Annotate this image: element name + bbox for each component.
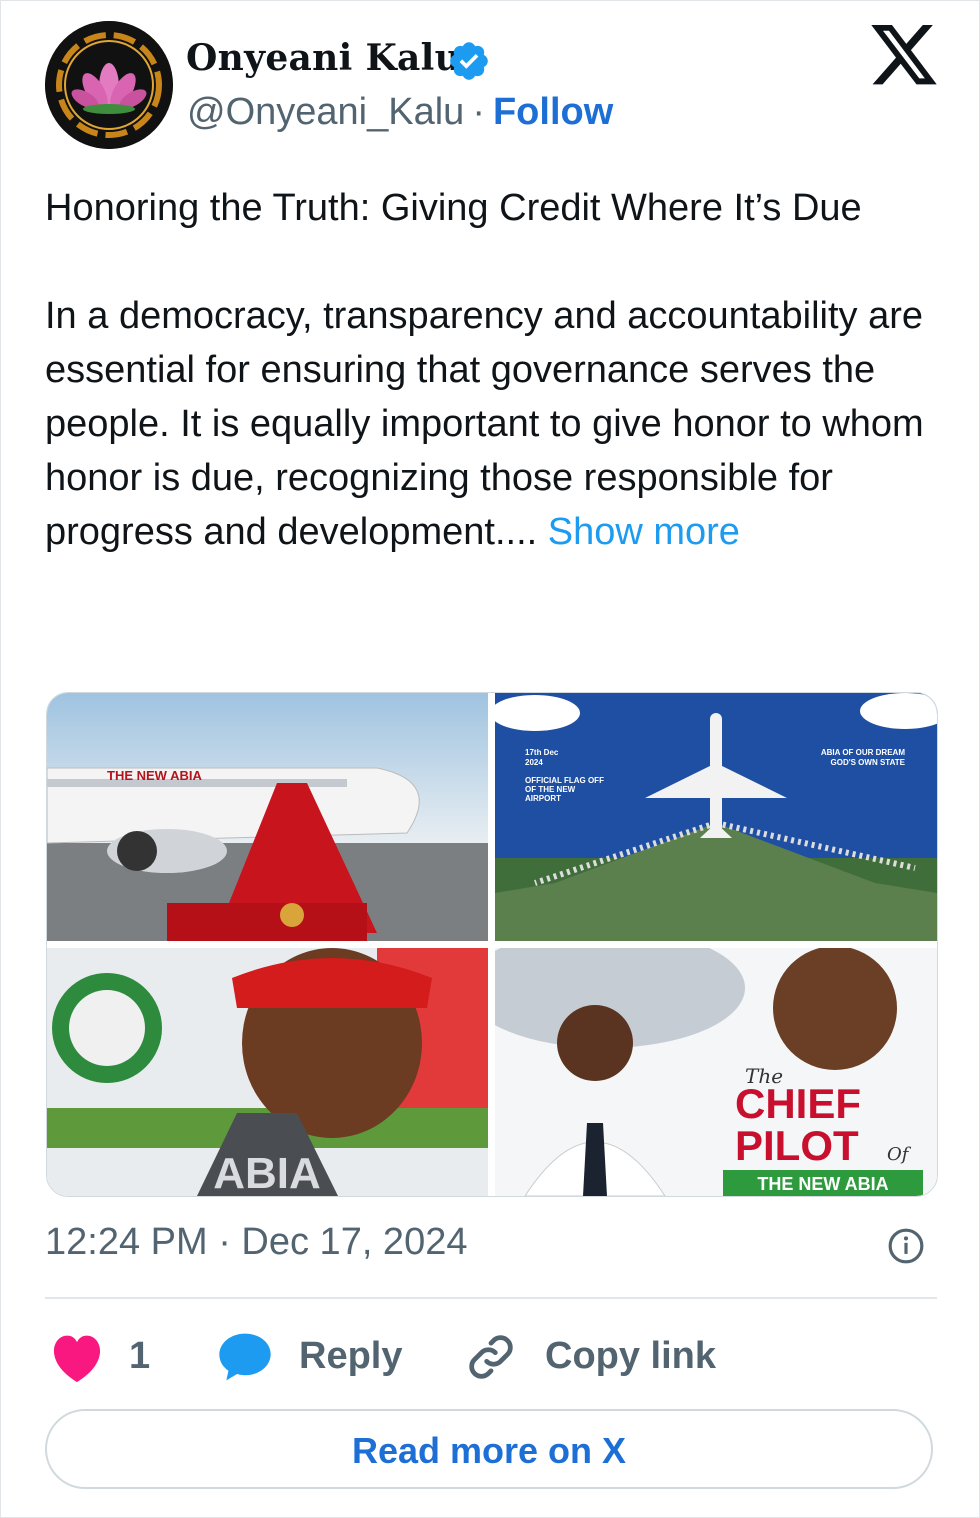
tile1-banner: THE NEW ABIA bbox=[107, 768, 202, 783]
link-icon[interactable] bbox=[465, 1331, 517, 1383]
author-handle-row: @Onyeani_Kalu · Follow bbox=[187, 91, 613, 134]
author-name[interactable]: Onyeani Kalu bbox=[186, 37, 461, 79]
tile3-road-text: ABIA bbox=[213, 1149, 321, 1196]
author-handle[interactable]: @Onyeani_Kalu bbox=[187, 91, 464, 133]
post-card: Onyeani Kalu @Onyeani_Kalu · Follow Honori… bbox=[0, 0, 980, 1518]
tile2-right-line-2: GOD'S OWN STATE bbox=[831, 758, 906, 767]
tile4-of: Of bbox=[887, 1144, 912, 1165]
divider bbox=[45, 1297, 937, 1299]
tile2-left-line-1: 17th Dec bbox=[525, 748, 559, 757]
reply-bubble-icon[interactable] bbox=[217, 1331, 273, 1383]
tile2-left-line-4: OF THE NEW bbox=[525, 785, 576, 794]
media-image-chief-pilot[interactable]: The CHIEF PILOT Of THE NEW ABIA bbox=[495, 948, 937, 1196]
tile2-left-line-2: 2024 bbox=[525, 758, 543, 767]
tile2-left-line-5: AIRPORT bbox=[525, 794, 561, 803]
copy-link-button[interactable]: Copy link bbox=[545, 1335, 716, 1378]
post-title-line: Honoring the Truth: Giving Credit Where … bbox=[45, 187, 862, 229]
tile4-banner: THE NEW ABIA bbox=[757, 1174, 888, 1194]
avatar[interactable] bbox=[45, 21, 173, 149]
reply-button[interactable]: Reply bbox=[299, 1335, 402, 1378]
follow-button[interactable]: Follow bbox=[493, 91, 613, 133]
tile4-pilot: PILOT bbox=[735, 1122, 859, 1169]
show-more-link[interactable]: Show more bbox=[548, 511, 740, 553]
like-count[interactable]: 1 bbox=[129, 1335, 150, 1378]
lotus-flower-icon bbox=[45, 21, 173, 149]
info-icon[interactable] bbox=[887, 1227, 925, 1265]
read-more-button[interactable]: Read more on X bbox=[45, 1409, 933, 1489]
tile2-left-line-3: OFFICIAL FLAG OFF bbox=[525, 776, 604, 785]
post-text: Honoring the Truth: Giving Credit Where … bbox=[45, 181, 945, 559]
heart-icon[interactable] bbox=[49, 1333, 105, 1383]
media-image-runway-portrait[interactable]: ABIA bbox=[47, 948, 488, 1196]
tile2-right-line-1: ABIA OF OUR DREAM bbox=[821, 748, 905, 757]
post-timestamp[interactable]: 12:24 PM · Dec 17, 2024 bbox=[45, 1221, 467, 1264]
tile4-chief: CHIEF bbox=[735, 1080, 861, 1127]
post-body-paragraph: In a democracy, transparency and account… bbox=[45, 289, 945, 559]
post-body: In a democracy, transparency and account… bbox=[45, 295, 924, 553]
action-bar: 1 Reply Copy link bbox=[45, 1327, 937, 1387]
media-grid[interactable]: THE NEW ABIA 17th Dec 2024 OFFICIAL FLAG… bbox=[46, 692, 938, 1197]
verified-badge-icon bbox=[450, 42, 488, 80]
media-image-airplane[interactable]: THE NEW ABIA bbox=[47, 693, 488, 941]
separator: · bbox=[472, 91, 485, 133]
media-image-poster[interactable]: 17th Dec 2024 OFFICIAL FLAG OFF OF THE N… bbox=[495, 693, 937, 941]
x-logo-icon[interactable] bbox=[871, 25, 937, 85]
